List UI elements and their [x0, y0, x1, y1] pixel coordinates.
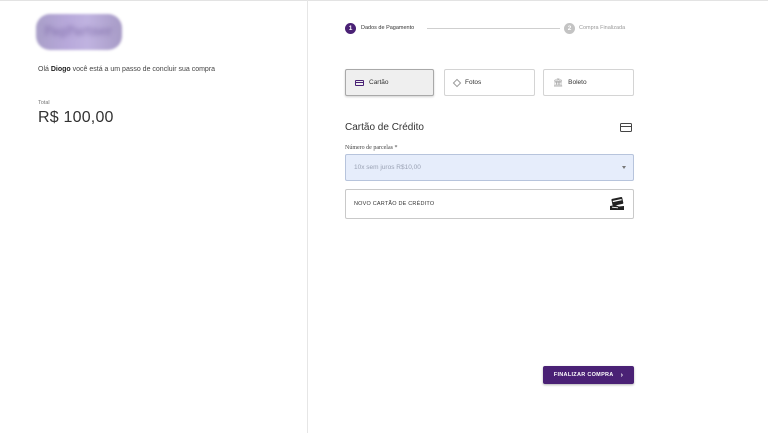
greeting-suffix: você está a um passo de concluir sua com… [72, 66, 216, 73]
payment-method-boleto[interactable]: 🏛 Boleto [543, 69, 634, 96]
finalize-label: FINALIZAR COMPRA [553, 372, 614, 378]
total-value: R$ 100,00 [38, 109, 114, 126]
payment-method-label: Cartão [369, 79, 389, 86]
total-label: Total [38, 100, 50, 106]
installments-select[interactable]: 10x sem juros R$10,00 [345, 154, 634, 181]
top-border [0, 0, 768, 1]
credit-card-title: Cartão de Crédito [345, 122, 424, 133]
new-card-label: NOVO CARTÃO DE CRÉDITO [354, 201, 435, 207]
user-name: Diogo [50, 66, 71, 73]
credit-card-icon [355, 79, 364, 86]
greeting: Olá Diogo você está a um passo de conclu… [38, 66, 215, 73]
checkout-stepper: 1 Dados de Pagamento 2 Compra Finalizada [345, 23, 635, 35]
installments-label: Número de parcelas * [345, 145, 398, 151]
step-1-label: Dados de Pagamento [361, 25, 415, 31]
step-1-number: 1 [345, 23, 356, 34]
panel-divider [307, 0, 308, 433]
step-2-number: 2 [564, 23, 575, 34]
brand-logo-text: PagPartner [44, 24, 113, 38]
diamond-icon [452, 78, 462, 87]
bank-icon: 🏛 [553, 77, 564, 87]
installments-value: 10x sem juros R$10,00 [354, 164, 421, 171]
greeting-prefix: Olá [38, 66, 49, 73]
step-connector [427, 28, 560, 29]
payment-method-label: Fotos [465, 79, 482, 86]
chevron-right-icon: › [620, 371, 624, 379]
required-mark: * [394, 145, 398, 151]
finalize-purchase-button[interactable]: FINALIZAR COMPRA › [543, 366, 634, 384]
dropdown-arrow-icon [622, 166, 626, 169]
new-credit-card-button[interactable]: NOVO CARTÃO DE CRÉDITO [345, 189, 634, 219]
payment-method-label: Boleto [568, 79, 587, 86]
credit-card-icon [620, 123, 632, 132]
card-in-hand-icon [610, 197, 624, 210]
payment-method-cartao[interactable]: Cartão [345, 69, 434, 96]
payment-method-fotos[interactable]: Fotos [444, 69, 535, 96]
step-2-label: Compra Finalizada [579, 25, 626, 31]
